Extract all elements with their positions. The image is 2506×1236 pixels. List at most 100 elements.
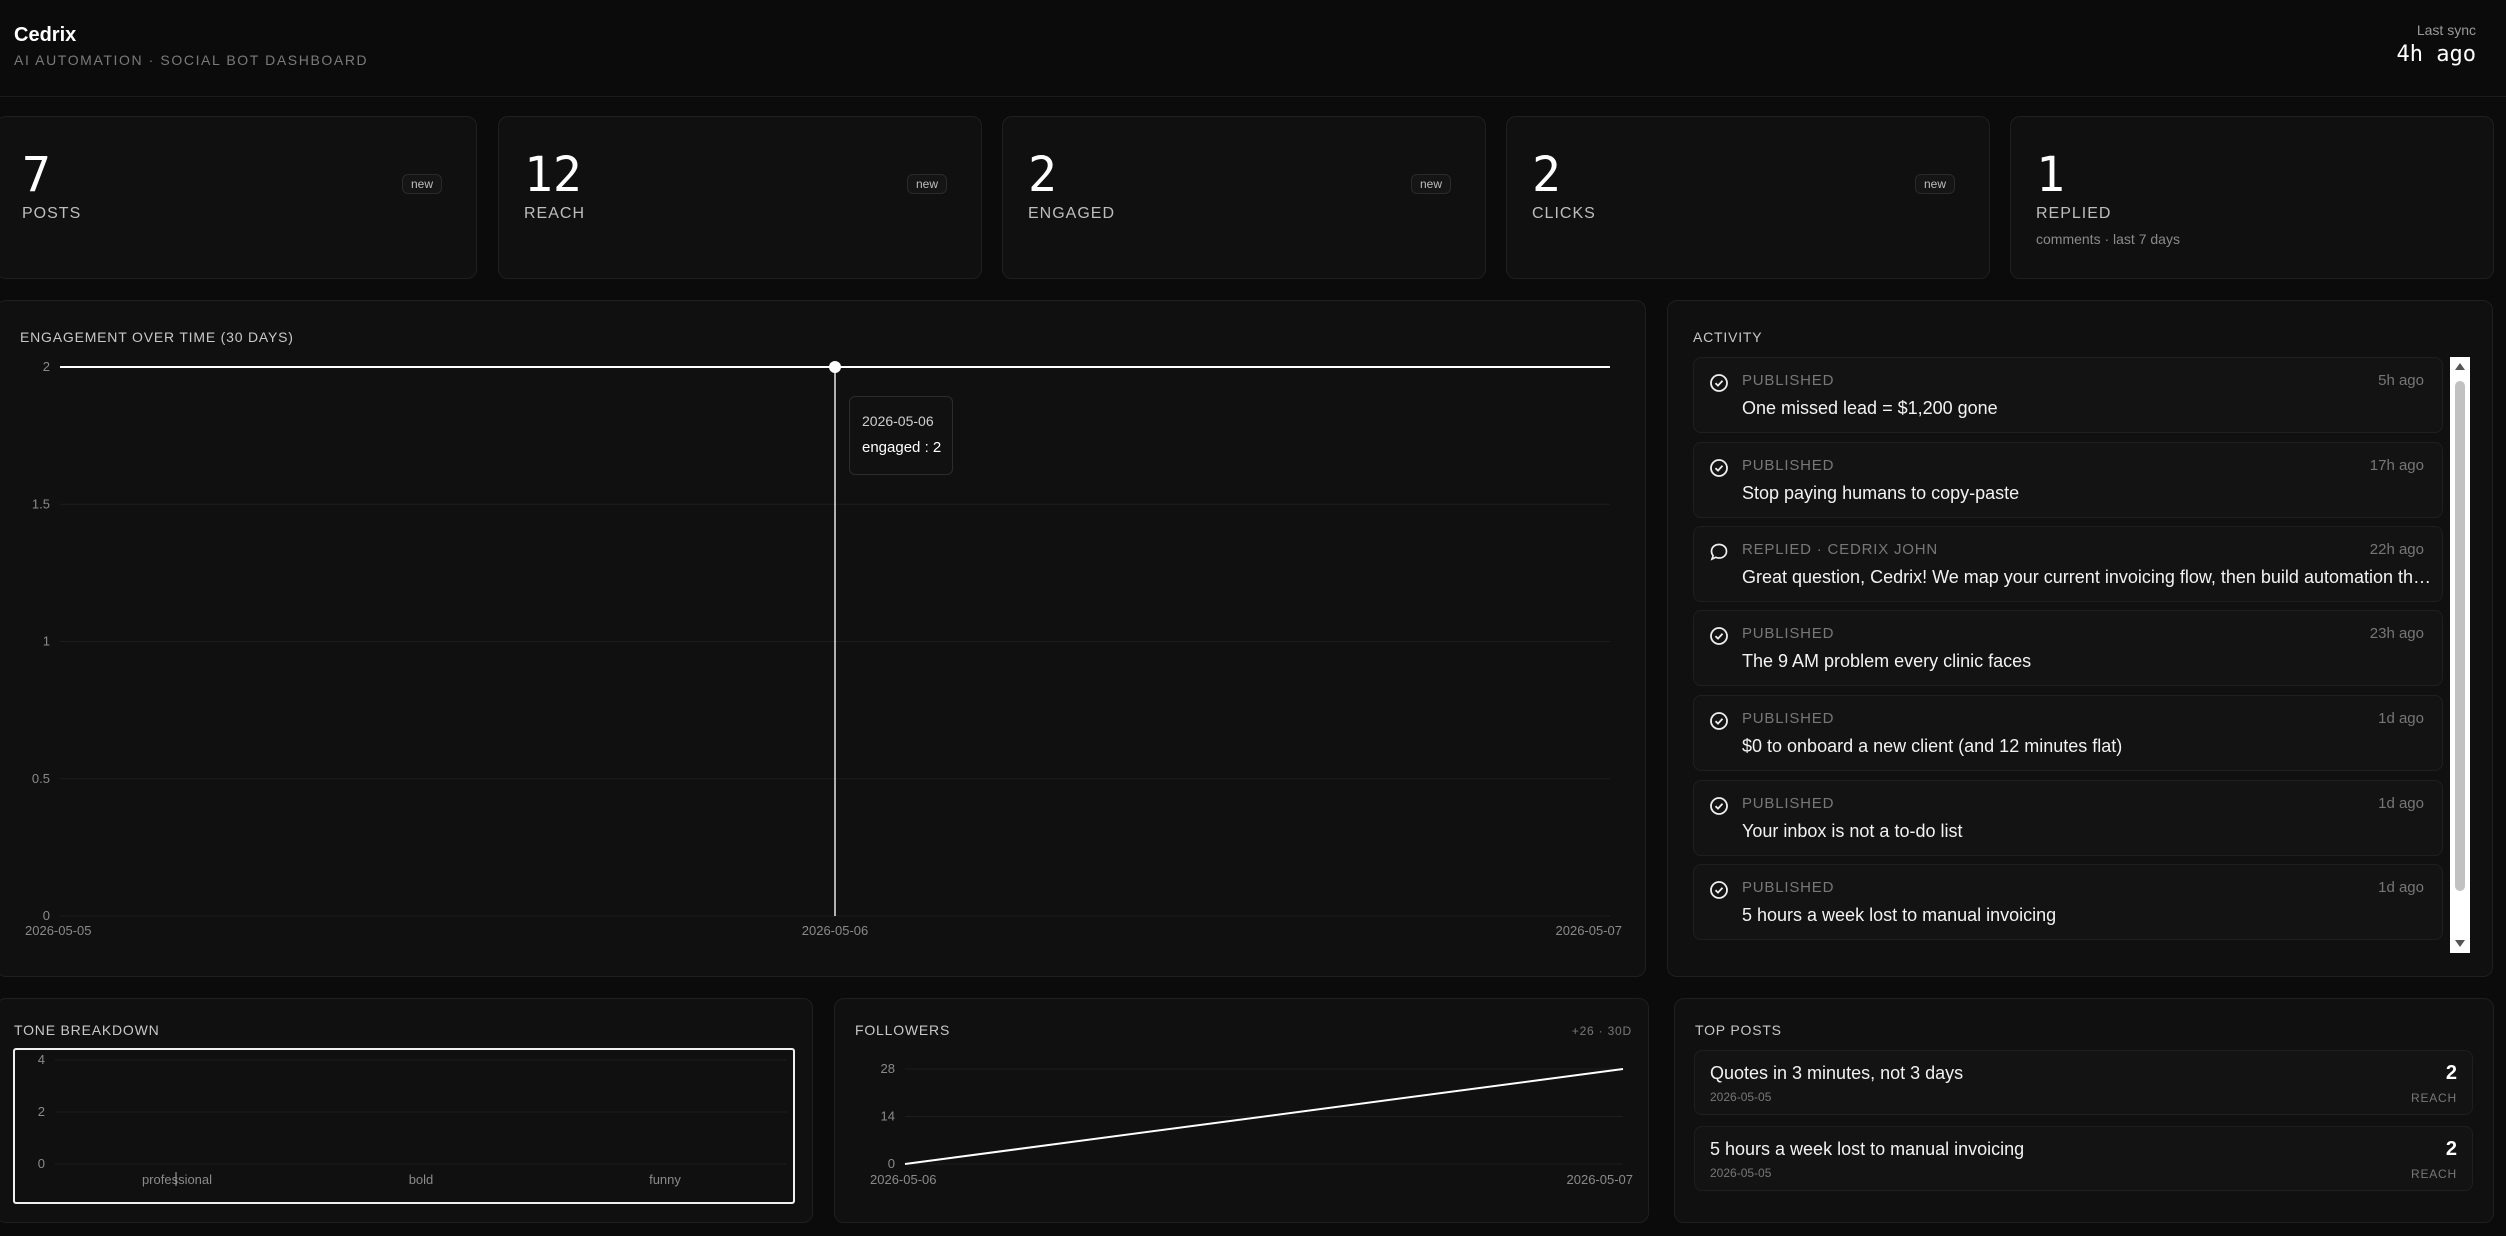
activity-item[interactable]: PUBLISHED 1d ago Your inbox is not a to-…	[1693, 780, 2443, 856]
followers-title: FOLLOWERS	[855, 1022, 951, 1038]
header: Cedrix AI AUTOMATION · SOCIAL BOT DASHBO…	[0, 0, 2506, 97]
activity-text: 5 hours a week lost to manual invoicing	[1742, 905, 2057, 925]
followers-chart: 0 14 28 2026-05-06 2026-05-07	[870, 1061, 1634, 1187]
stat-value: 7	[22, 147, 51, 203]
top-post-value: 2	[2445, 1062, 2457, 1084]
x-tick-label: 2026-05-07	[1567, 1172, 1634, 1187]
activity-text: The 9 AM problem every clinic faces	[1742, 651, 2032, 671]
activity-time: 17h ago	[2369, 457, 2424, 474]
comment-icon	[1710, 543, 1728, 561]
top-post-value: 2	[2445, 1138, 2457, 1160]
last-sync-label: Last sync	[2416, 22, 2476, 38]
activity-type: PUBLISHED	[1742, 795, 1835, 812]
stat-value: 1	[2036, 147, 2065, 203]
activity-item[interactable]: PUBLISHED 23h ago The 9 AM problem every…	[1693, 610, 2443, 686]
app-title: Cedrix	[14, 24, 77, 46]
new-badge: new	[906, 174, 947, 194]
scroll-up-arrow-icon[interactable]	[2455, 363, 2465, 370]
new-badge: new	[1914, 174, 1955, 194]
new-badge: new	[401, 174, 442, 194]
activity-text: $0 to onboard a new client (and 12 minut…	[1742, 736, 2123, 756]
check-circle-icon	[1710, 627, 1728, 645]
scroll-down-arrow-icon[interactable]	[2455, 940, 2465, 947]
stat-label: POSTS	[22, 205, 82, 222]
tone-chart: 0 2 4 professional bold funny	[38, 1052, 787, 1187]
followers-delta: +26 · 30D	[1571, 1024, 1632, 1038]
check-circle-icon	[1710, 459, 1728, 477]
activity-text: Your inbox is not a to-do list	[1742, 821, 1963, 841]
new-badge: new	[1410, 174, 1451, 194]
tooltip-date: 2026-05-06	[862, 413, 934, 429]
x-tick-label: 2026-05-07	[1556, 923, 1623, 938]
tooltip-value: engaged : 2	[862, 439, 942, 456]
stat-label: CLICKS	[1532, 205, 1596, 222]
activity-time: 5h ago	[2378, 372, 2424, 389]
last-sync-value: 4h ago	[2396, 42, 2476, 67]
activity-time: 1d ago	[2378, 879, 2424, 896]
check-circle-icon	[1710, 881, 1728, 899]
top-post-unit: REACH	[2410, 1167, 2457, 1181]
x-tick-label: bold	[409, 1172, 434, 1187]
check-circle-icon	[1710, 374, 1728, 392]
activity-time: 1d ago	[2378, 795, 2424, 812]
top-post-title: Quotes in 3 minutes, not 3 days	[1710, 1063, 1964, 1083]
top-post-item[interactable]: Quotes in 3 minutes, not 3 days 2026-05-…	[1694, 1050, 2473, 1115]
y-tick-label: 2	[38, 1104, 45, 1119]
activity-time: 23h ago	[2369, 625, 2424, 642]
y-tick-label: 4	[38, 1052, 45, 1067]
activity-item[interactable]: PUBLISHED 5h ago One missed lead = $1,20…	[1693, 357, 2443, 433]
y-tick-label: 0	[888, 1156, 895, 1171]
y-tick-label: 1	[43, 634, 50, 649]
activity-item[interactable]: PUBLISHED 1d ago $0 to onboard a new cli…	[1693, 695, 2443, 771]
app-subtitle: AI AUTOMATION · SOCIAL BOT DASHBOARD	[14, 52, 369, 68]
engagement-chart-title: ENGAGEMENT OVER TIME (30 DAYS)	[20, 329, 294, 345]
x-tick-label: professional	[142, 1172, 212, 1187]
stat-label: REPLIED	[2036, 205, 2112, 222]
check-circle-icon	[1710, 797, 1728, 815]
x-tick-label: 2026-05-06	[802, 923, 869, 938]
check-circle-icon	[1710, 712, 1728, 730]
top-post-title: 5 hours a week lost to manual invoicing	[1710, 1139, 2025, 1159]
activity-type: REPLIED · CEDRIX JOHN	[1742, 541, 1938, 558]
stat-label: ENGAGED	[1028, 205, 1116, 222]
stat-value: 2	[1532, 147, 1561, 203]
stat-value: 2	[1028, 147, 1057, 203]
activity-time: 22h ago	[2369, 541, 2424, 558]
x-tick-label: funny	[649, 1172, 681, 1187]
stat-card-engaged: 2 ENGAGED new	[1002, 116, 1486, 279]
y-tick-label: 2	[43, 359, 50, 374]
scroll-thumb[interactable]	[2455, 381, 2465, 891]
top-post-item[interactable]: 5 hours a week lost to manual invoicing …	[1694, 1126, 2473, 1191]
activity-item[interactable]: PUBLISHED 17h ago Stop paying humans to …	[1693, 442, 2443, 518]
y-tick-label: 0	[38, 1156, 45, 1171]
activity-list[interactable]: PUBLISHED 5h ago One missed lead = $1,20…	[1693, 357, 2445, 950]
activity-item[interactable]: PUBLISHED 1d ago 5 hours a week lost to …	[1693, 864, 2443, 940]
y-tick-label: 1.5	[32, 496, 50, 511]
x-tick-label: 2026-05-06	[870, 1172, 937, 1187]
activity-type: PUBLISHED	[1742, 879, 1835, 896]
activity-type: PUBLISHED	[1742, 372, 1835, 389]
activity-text: Stop paying humans to copy-paste	[1742, 483, 2020, 503]
stat-card-clicks: 2 CLICKS new	[1506, 116, 1990, 279]
activity-type: PUBLISHED	[1742, 710, 1835, 727]
activity-text: Great question, Cedrix! We map your curr…	[1742, 567, 2432, 587]
activity-scrollbar[interactable]	[2450, 357, 2470, 953]
chart-tooltip: 2026-05-06 engaged : 2	[849, 396, 953, 475]
y-tick-label: 0	[43, 908, 50, 923]
activity-type: PUBLISHED	[1742, 625, 1835, 642]
stat-card-reach: 12 REACH new	[498, 116, 982, 279]
engagement-chart: 0 0.5 1 1.5 2 2026-05-05 2026-05-06 2026-05-07	[25, 359, 1623, 938]
top-post-date: 2026-05-05	[1710, 1090, 1772, 1104]
y-tick-label: 14	[881, 1109, 895, 1124]
y-tick-label: 0.5	[32, 771, 50, 786]
stat-label: REACH	[524, 205, 586, 222]
activity-item[interactable]: REPLIED · CEDRIX JOHN 22h ago Great ques…	[1693, 526, 2443, 602]
activity-time: 1d ago	[2378, 710, 2424, 727]
top-post-unit: REACH	[2410, 1091, 2457, 1105]
top-post-date: 2026-05-05	[1710, 1166, 1772, 1180]
stat-note: comments · last 7 days	[2036, 231, 2180, 247]
stat-card-replied: 1 REPLIED comments · last 7 days	[2010, 116, 2494, 279]
stat-value: 12	[524, 147, 582, 203]
activity-text: One missed lead = $1,200 gone	[1742, 398, 1998, 418]
activity-title: ACTIVITY	[1693, 329, 1763, 345]
